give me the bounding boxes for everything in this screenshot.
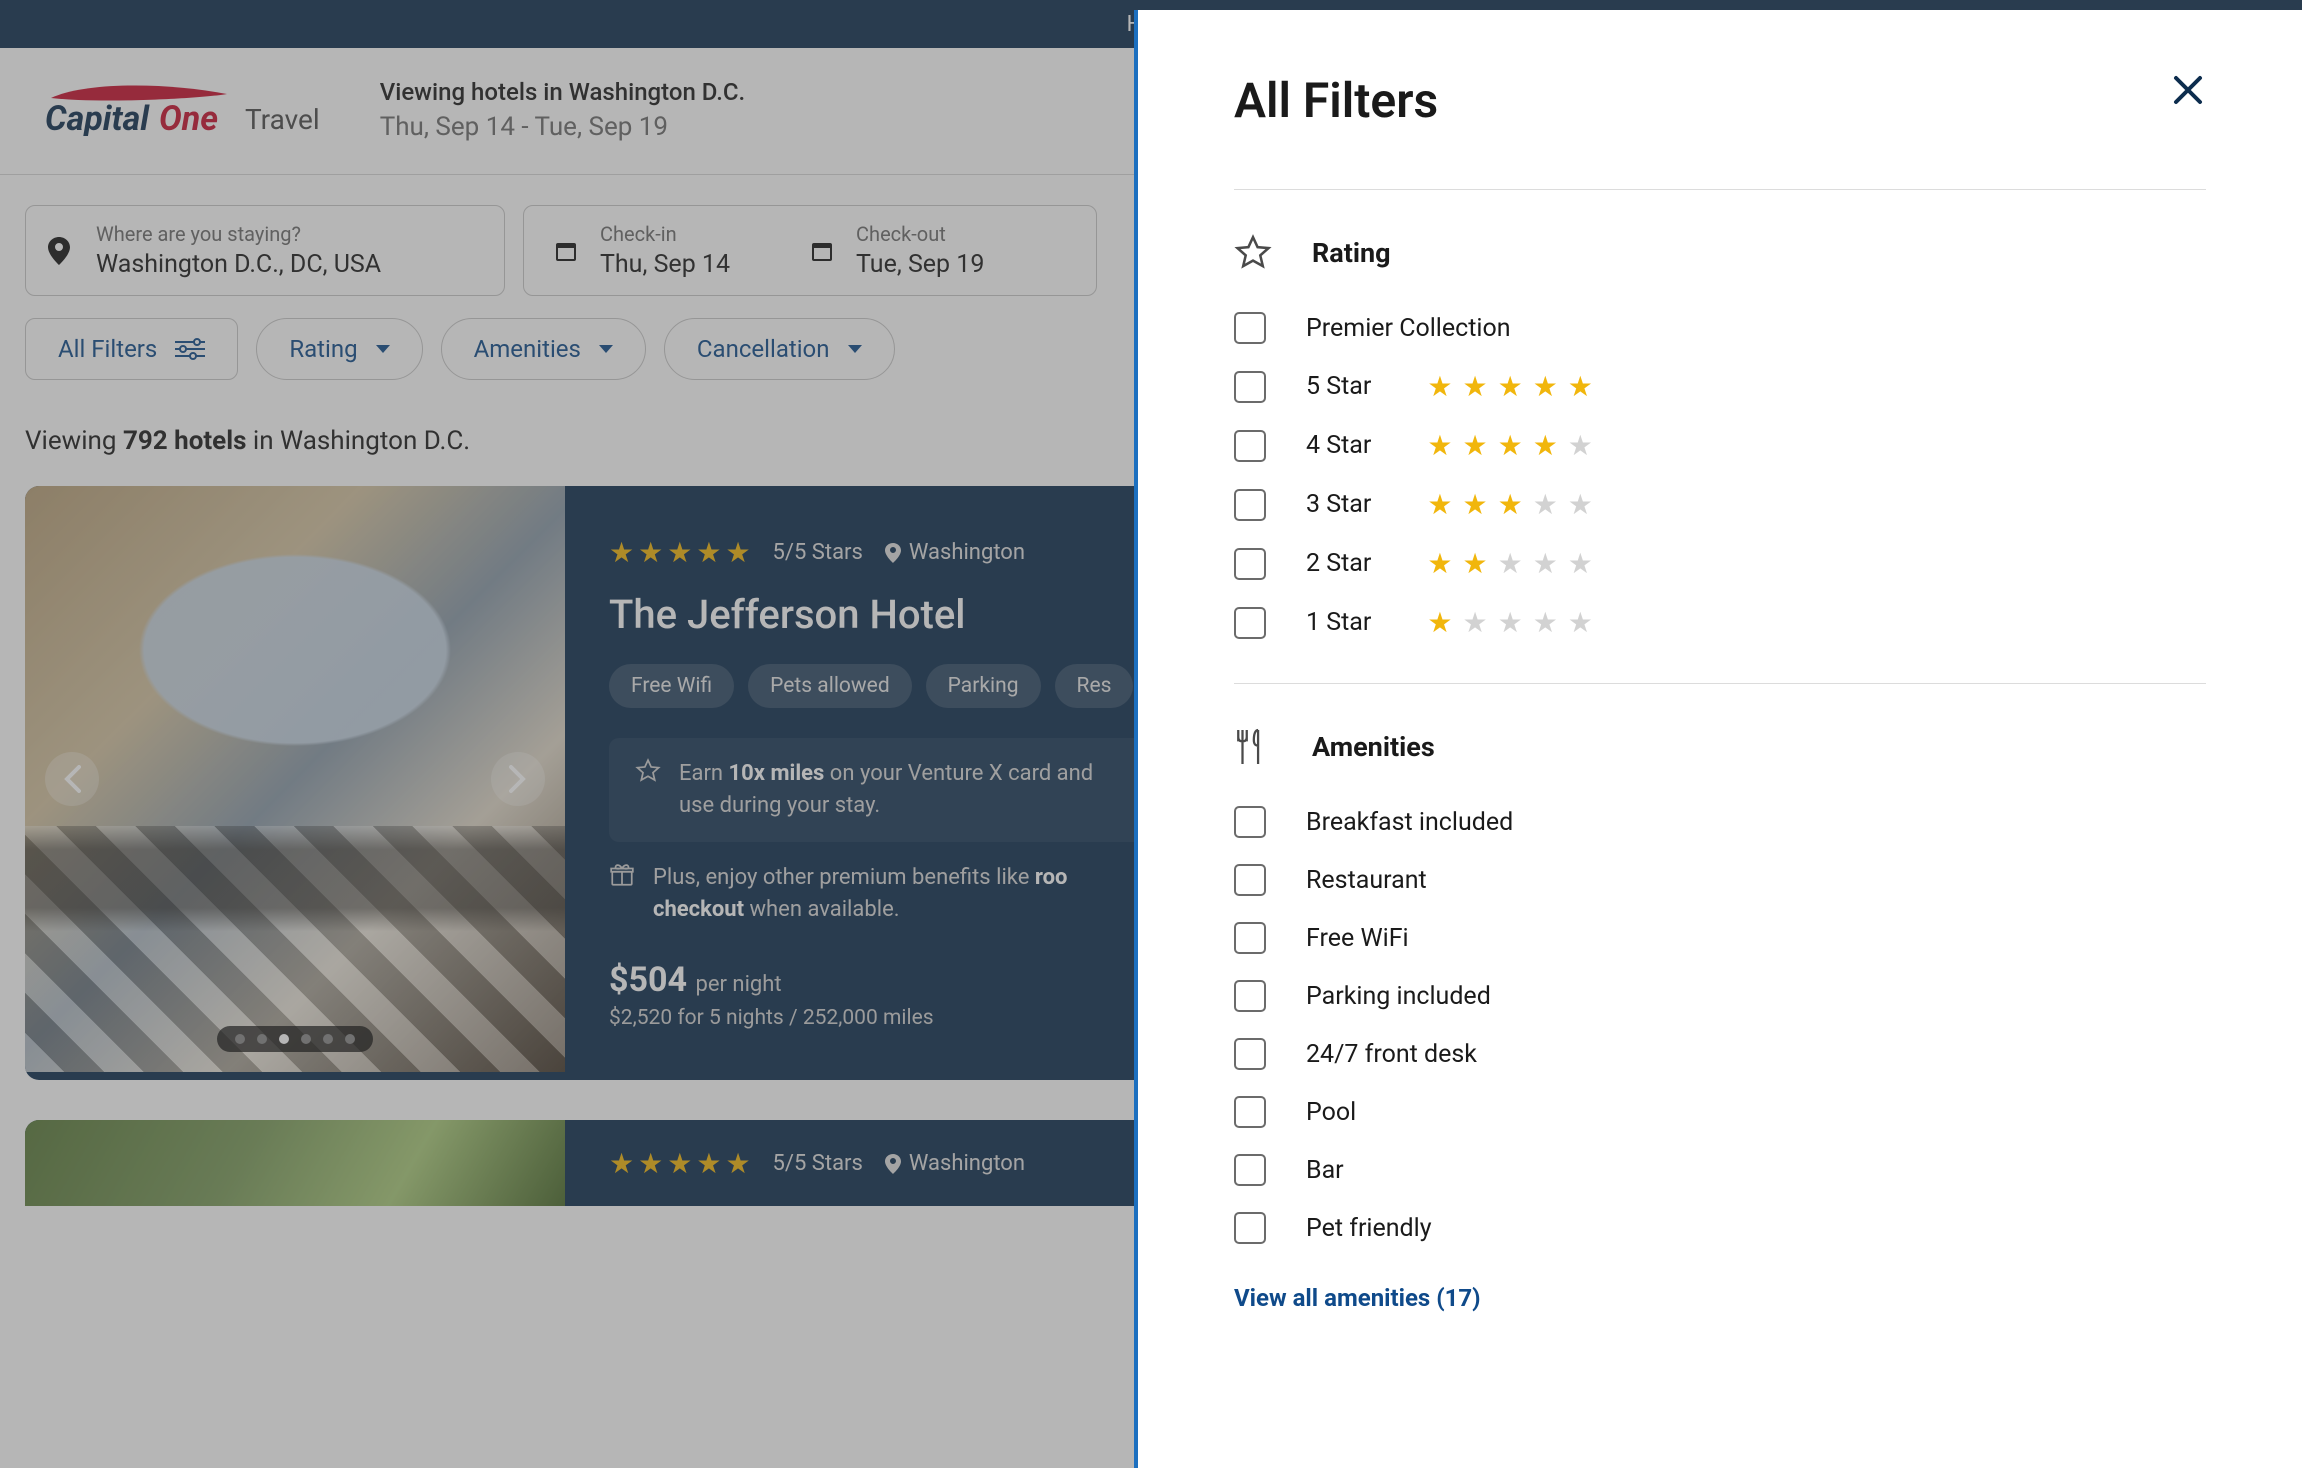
view-all-amenities-link[interactable]: View all amenities (17) bbox=[1234, 1284, 1481, 1312]
filter-pet-friendly[interactable]: Pet friendly bbox=[1234, 1212, 2206, 1244]
checkbox[interactable] bbox=[1234, 312, 1266, 344]
filter-parking-included[interactable]: Parking included bbox=[1234, 980, 2206, 1012]
filter-3-star[interactable]: 3 Star ★★★★★ bbox=[1234, 488, 2206, 521]
filter-pool[interactable]: Pool bbox=[1234, 1096, 2206, 1128]
filter-label: 1 Star bbox=[1306, 608, 1371, 637]
filter-label: Pet friendly bbox=[1306, 1214, 1432, 1243]
filter-label: Bar bbox=[1306, 1156, 1344, 1185]
section-label: Amenities bbox=[1312, 731, 1435, 763]
utensils-icon bbox=[1234, 728, 1272, 766]
checkbox[interactable] bbox=[1234, 980, 1266, 1012]
star-outline-icon bbox=[1234, 234, 1272, 272]
checkbox[interactable] bbox=[1234, 806, 1266, 838]
filter-247-front-desk[interactable]: 24/7 front desk bbox=[1234, 1038, 2206, 1070]
filter-label: Free WiFi bbox=[1306, 924, 1409, 953]
filter-label: 5 Star bbox=[1306, 372, 1371, 401]
filter-free-wifi[interactable]: Free WiFi bbox=[1234, 922, 2206, 954]
filter-label: Parking included bbox=[1306, 982, 1491, 1011]
close-icon[interactable] bbox=[2170, 72, 2206, 108]
checkbox[interactable] bbox=[1234, 1154, 1266, 1186]
checkbox[interactable] bbox=[1234, 607, 1266, 639]
section-label: Rating bbox=[1312, 237, 1391, 269]
filter-label: 3 Star bbox=[1306, 490, 1371, 519]
filter-4-star[interactable]: 4 Star ★★★★★ bbox=[1234, 429, 2206, 462]
filter-label: 4 Star bbox=[1306, 431, 1371, 460]
star-icons: ★★★★★ bbox=[1427, 429, 1593, 462]
checkbox[interactable] bbox=[1234, 922, 1266, 954]
divider bbox=[1234, 189, 2206, 190]
section-rating: Rating bbox=[1234, 234, 2206, 272]
filter-restaurant[interactable]: Restaurant bbox=[1234, 864, 2206, 896]
drawer-title: All Filters bbox=[1234, 72, 1438, 129]
checkbox[interactable] bbox=[1234, 548, 1266, 580]
checkbox[interactable] bbox=[1234, 864, 1266, 896]
star-icons: ★★★★★ bbox=[1427, 488, 1593, 521]
filter-1-star[interactable]: 1 Star ★★★★★ bbox=[1234, 606, 2206, 639]
filter-label: Pool bbox=[1306, 1098, 1356, 1127]
filter-label: Breakfast included bbox=[1306, 808, 1513, 837]
filter-5-star[interactable]: 5 Star ★★★★★ bbox=[1234, 370, 2206, 403]
filter-label: Restaurant bbox=[1306, 866, 1427, 895]
divider bbox=[1234, 683, 2206, 684]
filter-label: Premier Collection bbox=[1306, 314, 1511, 343]
filters-drawer: All Filters Rating Premier Collection 5 … bbox=[1134, 10, 2302, 1468]
section-amenities: Amenities bbox=[1234, 728, 2206, 766]
checkbox[interactable] bbox=[1234, 430, 1266, 462]
filter-2-star[interactable]: 2 Star ★★★★★ bbox=[1234, 547, 2206, 580]
checkbox[interactable] bbox=[1234, 1038, 1266, 1070]
star-icons: ★★★★★ bbox=[1427, 547, 1593, 580]
filter-label: 24/7 front desk bbox=[1306, 1040, 1477, 1069]
checkbox[interactable] bbox=[1234, 1096, 1266, 1128]
checkbox[interactable] bbox=[1234, 489, 1266, 521]
filter-breakfast-included[interactable]: Breakfast included bbox=[1234, 806, 2206, 838]
filter-premier-collection[interactable]: Premier Collection bbox=[1234, 312, 2206, 344]
star-icons: ★★★★★ bbox=[1427, 606, 1593, 639]
filter-bar[interactable]: Bar bbox=[1234, 1154, 2206, 1186]
star-icons: ★★★★★ bbox=[1427, 370, 1593, 403]
checkbox[interactable] bbox=[1234, 1212, 1266, 1244]
checkbox[interactable] bbox=[1234, 371, 1266, 403]
filter-label: 2 Star bbox=[1306, 549, 1371, 578]
